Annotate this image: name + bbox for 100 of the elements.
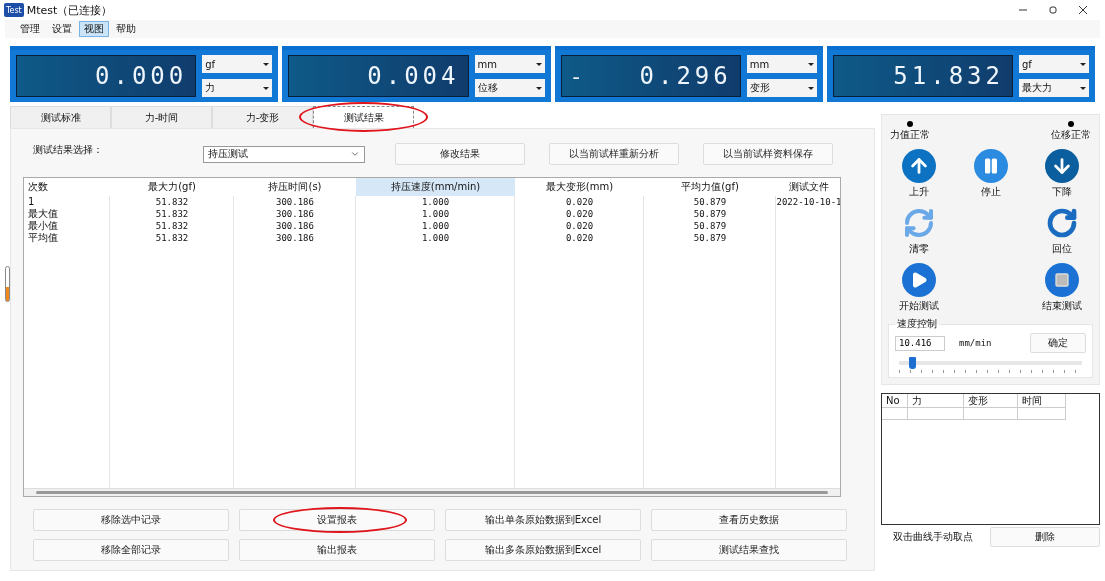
table-cell-text: 1.000	[420, 232, 451, 244]
status-dot	[907, 121, 913, 127]
tab[interactable]: 力-变形	[212, 106, 313, 128]
table-cell: 2022-10-10-1	[776, 196, 840, 208]
table-cell-text: 50.879	[692, 220, 728, 232]
speed-input[interactable]: 10.416	[895, 335, 945, 351]
caret-icon	[263, 86, 270, 90]
readout-value: 0.000	[95, 62, 188, 90]
action-button[interactable]: 下降	[1033, 149, 1091, 199]
stop-icon	[1045, 263, 1079, 297]
action-button[interactable]: 设置报表	[239, 509, 435, 531]
table-cell	[964, 408, 1018, 420]
action-button[interactable]: 查看历史数据	[651, 509, 847, 531]
table-cell-text: 300.186	[275, 208, 315, 220]
refresh-icon	[902, 206, 936, 240]
menu-item[interactable]: 视图	[79, 21, 109, 37]
action-button[interactable]: 停止	[961, 149, 1020, 199]
horizontal-scrollbar[interactable]	[24, 488, 840, 496]
tab[interactable]: 力-时间	[111, 106, 212, 128]
tab[interactable]: 测试标准	[10, 106, 111, 128]
action-button[interactable]: 输出报表	[239, 539, 435, 561]
table-cell-text: 0.020	[564, 196, 595, 208]
column-header: 力	[908, 394, 964, 408]
column-header[interactable]: 持压速度(mm/min)	[356, 178, 515, 196]
field-label: 测试结果选择：	[33, 143, 104, 157]
result-select[interactable]: 持压测试	[203, 145, 365, 163]
menu-item[interactable]: 设置	[47, 21, 77, 37]
action-button[interactable]: 修改结果	[395, 143, 525, 165]
action-button[interactable]: 以当前试样重新分析	[549, 143, 679, 165]
table-cell-text: 300.186	[275, 232, 315, 244]
action-button[interactable]: 开始测试	[890, 263, 948, 313]
menu-item[interactable]: 管理	[15, 21, 45, 37]
play-icon	[902, 263, 936, 297]
column-header: 时间	[1018, 394, 1066, 408]
action-button[interactable]: 以当前试样资料保存	[703, 143, 833, 165]
splitter-handle[interactable]	[5, 266, 10, 302]
confirm-button[interactable]: 确定	[1030, 333, 1086, 353]
arrow-down-icon	[1045, 149, 1079, 183]
unit-select[interactable]: gf	[1019, 55, 1089, 73]
unit-label: mm/min	[959, 338, 992, 348]
group-title: 速度控制	[896, 317, 938, 331]
caret-icon	[535, 62, 542, 66]
table-cell-text: 1.000	[420, 208, 451, 220]
unit-select[interactable]: mm	[474, 55, 545, 73]
action-button[interactable]: 输出多条原始数据到Excel	[445, 539, 641, 561]
table-cell-text: 51.832	[154, 196, 190, 208]
action-button[interactable]: 输出单条原始数据到Excel	[445, 509, 641, 531]
delete-button[interactable]: 删除	[990, 527, 1100, 547]
chevron-down-icon	[350, 149, 360, 159]
action-button[interactable]: 上升	[890, 149, 948, 199]
readout-value: 0.296	[639, 62, 732, 90]
restore-icon[interactable]	[1049, 6, 1057, 14]
slider-thumb[interactable]	[908, 357, 916, 369]
action-button[interactable]: 清零	[890, 206, 948, 256]
quantity-select[interactable]: 最大力	[1019, 79, 1089, 97]
table-cell-text: 1.000	[420, 196, 451, 208]
quantity-select[interactable]: 力	[202, 79, 273, 97]
readout-value: 51.832	[893, 62, 1004, 90]
caret-icon	[1080, 62, 1086, 66]
table-cell-text: 300.186	[275, 220, 315, 232]
table-cell	[908, 408, 964, 420]
scrollbar-thumb[interactable]	[36, 491, 828, 494]
caret-icon	[535, 86, 542, 90]
caret-icon	[807, 86, 814, 90]
column-header: No	[882, 394, 908, 408]
unit-select[interactable]: mm	[746, 55, 817, 73]
table-cell-text: 50.879	[692, 196, 728, 208]
table-cell-text: 0.020	[564, 232, 595, 244]
app-icon: Test	[4, 3, 24, 17]
readout-value: 0.004	[367, 62, 460, 90]
column-header: 变形	[964, 394, 1018, 408]
table-cell	[882, 408, 908, 420]
table-cell-text: 51.832	[154, 232, 190, 244]
status-label: 力值正常	[890, 128, 930, 142]
table-cell-text: 51.832	[154, 220, 190, 232]
action-button[interactable]: 测试结果查找	[651, 539, 847, 561]
table-cell-text: 1	[27, 196, 36, 208]
unit-select[interactable]: gf	[202, 55, 273, 73]
minimize-icon[interactable]	[1019, 6, 1027, 14]
table-cell-text: 300.186	[275, 196, 315, 208]
table-cell-text: 平均值	[27, 232, 59, 244]
menu-item[interactable]: 帮助	[111, 21, 141, 37]
status-label: 位移正常	[1051, 128, 1091, 142]
arrow-up-icon	[902, 149, 936, 183]
close-icon[interactable]	[1079, 6, 1087, 14]
action-button[interactable]: 移除选中记录	[33, 509, 229, 531]
action-button[interactable]: 结束测试	[1033, 263, 1091, 313]
table-cell-text: 最小值	[27, 220, 59, 232]
table-cell-text: 1.000	[420, 220, 451, 232]
action-button[interactable]: 回位	[1033, 206, 1091, 256]
quantity-select[interactable]: 位移	[474, 79, 545, 97]
quantity-select[interactable]: 变形	[746, 79, 817, 97]
table-cell-text: 50.879	[692, 232, 728, 244]
table-cell-text: 最大值	[27, 208, 59, 220]
caret-icon	[263, 62, 270, 66]
tab[interactable]: 测试结果	[313, 106, 414, 128]
window-title: Mtest（已连接）	[26, 2, 113, 18]
hint-text: 双击曲线手动取点	[893, 530, 973, 544]
pause-icon	[973, 149, 1008, 183]
action-button[interactable]: 移除全部记录	[33, 539, 229, 561]
